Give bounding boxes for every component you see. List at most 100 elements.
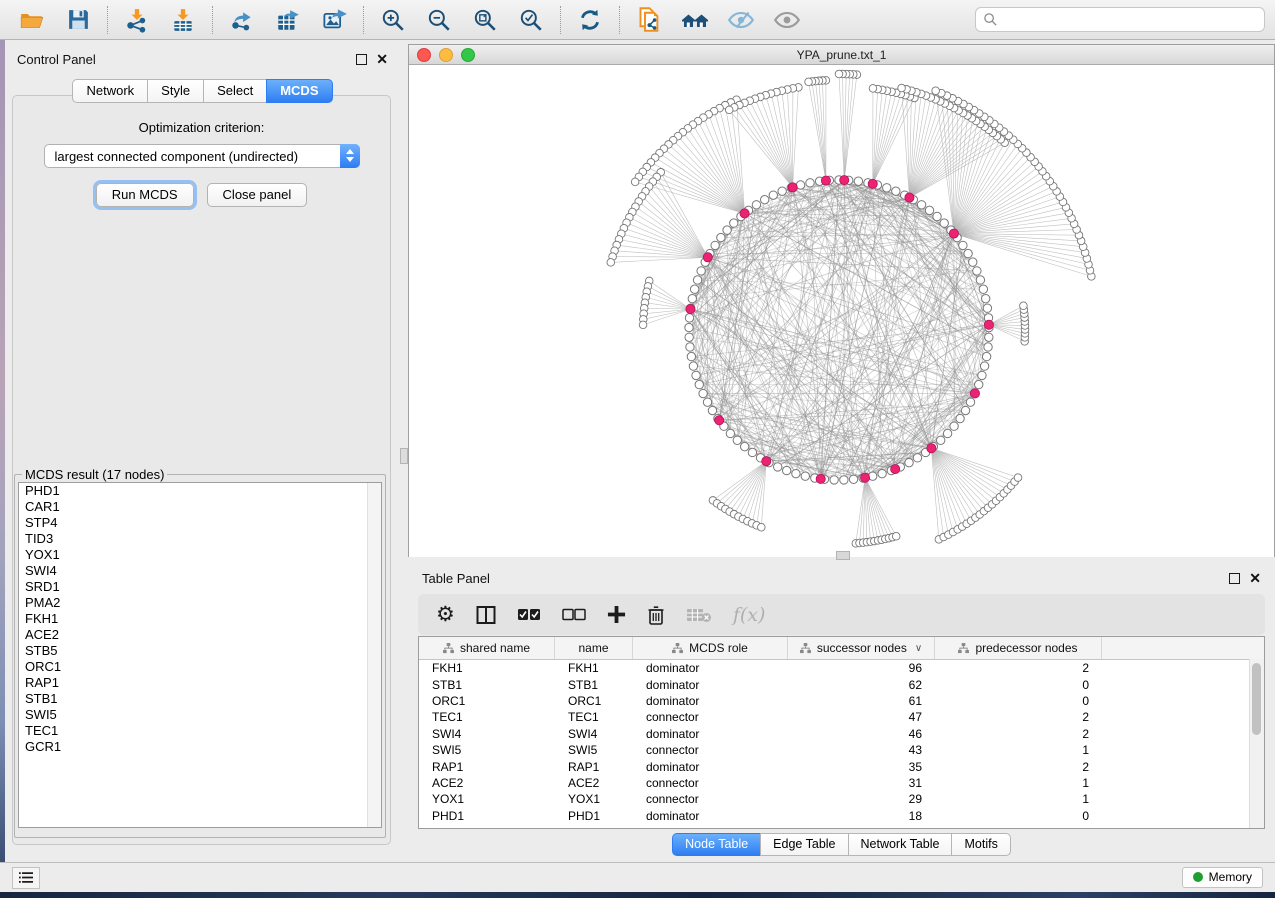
export-network-button[interactable] [220,4,264,36]
table-settings-button[interactable]: ⚙ [436,605,455,625]
mcds-result-item[interactable]: RAP1 [19,675,381,691]
cell-predecessors[interactable]: 1 [935,743,1102,757]
table-row[interactable]: STB1STB1dominator620 [419,676,1264,692]
tab-node-table[interactable]: Node Table [672,833,760,856]
table-row[interactable]: ORC1ORC1dominator610 [419,693,1264,709]
optimization-select[interactable]: largest connected component (undirected) [44,144,360,168]
cell-role[interactable]: dominator [633,661,788,675]
tab-motifs[interactable]: Motifs [951,833,1010,856]
close-panel-icon[interactable]: ✕ [376,54,388,65]
mcds-result-item[interactable]: GCR1 [19,739,381,755]
close-panel-button[interactable]: Close panel [207,183,308,207]
cell-predecessors[interactable]: 2 [935,760,1102,774]
table-row[interactable]: ACE2ACE2connector311 [419,775,1264,791]
cell-successors[interactable]: 96 [788,661,935,675]
cell-predecessors[interactable]: 0 [935,678,1102,692]
cell-role[interactable]: connector [633,743,788,757]
cell-shared-name[interactable]: YOX1 [419,792,555,806]
mcds-result-item[interactable]: YOX1 [19,547,381,563]
open-file-button[interactable] [10,4,54,36]
cell-role[interactable]: dominator [633,678,788,692]
cell-successors[interactable]: 35 [788,760,935,774]
cell-shared-name[interactable]: SWI5 [419,743,555,757]
cell-successors[interactable]: 47 [788,710,935,724]
mcds-result-item[interactable]: STB5 [19,643,381,659]
select-all-button[interactable] [517,608,541,622]
float-panel-icon[interactable] [356,54,367,65]
cell-predecessors[interactable]: 2 [935,661,1102,675]
cell-name[interactable]: RAP1 [555,760,633,774]
import-network-button[interactable] [115,4,159,36]
tab-network[interactable]: Network [72,79,147,103]
table-scrollbar-thumb[interactable] [1252,663,1261,735]
save-session-button[interactable] [56,4,100,36]
horizontal-splitter-grip[interactable] [836,551,850,560]
column-header-predecessors[interactable]: predecessor nodes [935,637,1102,659]
cell-name[interactable]: TEC1 [555,710,633,724]
mcds-result-item[interactable]: CAR1 [19,499,381,515]
mcds-result-item[interactable]: SWI5 [19,707,381,723]
cell-shared-name[interactable]: ORC1 [419,694,555,708]
cell-name[interactable]: ORC1 [555,694,633,708]
cell-predecessors[interactable]: 1 [935,776,1102,790]
cell-shared-name[interactable]: TEC1 [419,710,555,724]
tab-select[interactable]: Select [203,79,266,103]
tab-edge-table[interactable]: Edge Table [760,833,847,856]
cell-predecessors[interactable]: 2 [935,727,1102,741]
cell-name[interactable]: ACE2 [555,776,633,790]
column-header-shared-name[interactable]: shared name [419,637,555,659]
cell-successors[interactable]: 61 [788,694,935,708]
tab-mcds[interactable]: MCDS [266,79,332,103]
mcds-result-item[interactable]: SRD1 [19,579,381,595]
deselect-all-button[interactable] [562,608,586,622]
cell-name[interactable]: SWI5 [555,743,633,757]
cell-predecessors[interactable]: 0 [935,809,1102,823]
mcds-result-item[interactable]: PMA2 [19,595,381,611]
first-neighbors-button[interactable] [673,4,717,36]
hide-selected-button[interactable] [719,4,763,36]
tab-network-table[interactable]: Network Table [848,833,952,856]
export-table-button[interactable] [266,4,310,36]
split-panel-button[interactable] [476,605,496,625]
function-builder-button[interactable]: f(x) [733,604,766,626]
mcds-result-item[interactable]: SWI4 [19,563,381,579]
close-table-panel-icon[interactable]: ✕ [1249,573,1261,584]
export-image-button[interactable] [312,4,356,36]
refresh-button[interactable] [568,4,612,36]
cell-predecessors[interactable]: 0 [935,694,1102,708]
table-scrollbar[interactable] [1249,659,1264,828]
cell-role[interactable]: connector [633,776,788,790]
cell-shared-name[interactable]: FKH1 [419,661,555,675]
zoom-in-button[interactable] [371,4,415,36]
memory-button[interactable]: Memory [1182,867,1263,888]
zoom-fit-button[interactable] [463,4,507,36]
status-menu-button[interactable] [12,867,40,889]
clone-network-button[interactable] [627,4,671,36]
cell-name[interactable]: SWI4 [555,727,633,741]
network-canvas[interactable] [409,65,1274,557]
cell-shared-name[interactable]: ACE2 [419,776,555,790]
column-header-successors[interactable]: successor nodes∨ [788,637,935,659]
table-row[interactable]: TEC1TEC1connector472 [419,709,1264,725]
table-row[interactable]: SWI5SWI5connector431 [419,742,1264,758]
search-input[interactable] [1003,11,1257,28]
cell-predecessors[interactable]: 2 [935,710,1102,724]
mcds-result-item[interactable]: TEC1 [19,723,381,739]
float-table-panel-icon[interactable] [1229,573,1240,584]
cell-name[interactable]: YOX1 [555,792,633,806]
run-mcds-button[interactable]: Run MCDS [96,183,194,207]
cell-role[interactable]: connector [633,710,788,724]
cell-shared-name[interactable]: STB1 [419,678,555,692]
cell-successors[interactable]: 46 [788,727,935,741]
tab-style[interactable]: Style [147,79,203,103]
cell-name[interactable]: FKH1 [555,661,633,675]
table-row[interactable]: YOX1YOX1connector291 [419,791,1264,807]
cell-name[interactable]: PHD1 [555,809,633,823]
mcds-result-item[interactable]: STP4 [19,515,381,531]
import-table-button[interactable] [161,4,205,36]
table-row[interactable]: PHD1PHD1dominator180 [419,808,1264,824]
add-column-button[interactable] [607,605,626,624]
mcds-result-item[interactable]: TID3 [19,531,381,547]
table-row[interactable]: FKH1FKH1dominator962 [419,660,1264,676]
show-all-button[interactable] [765,4,809,36]
